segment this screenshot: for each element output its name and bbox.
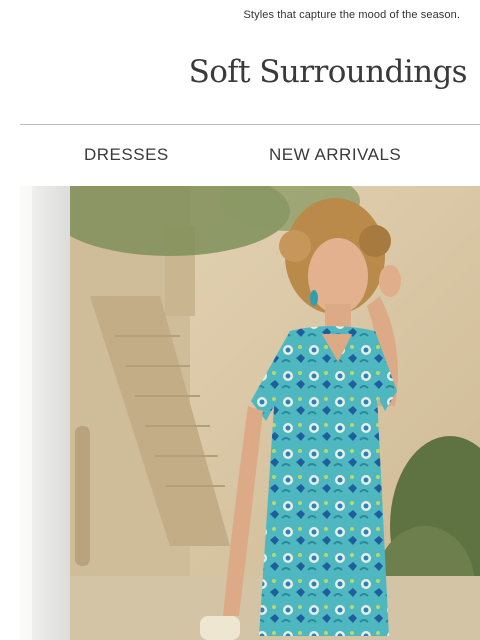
preheader-text: Styles that capture the mood of the seas…: [243, 9, 460, 21]
brand-logo[interactable]: Soft Surroundings: [0, 54, 468, 90]
header-divider: [20, 124, 480, 125]
nav-link-dresses[interactable]: DRESSES: [84, 145, 169, 165]
category-nav: DRESSES NEW ARRIVALS: [0, 145, 480, 167]
hero-image[interactable]: [20, 186, 480, 640]
nav-link-new-arrivals[interactable]: NEW ARRIVALS: [269, 145, 401, 165]
